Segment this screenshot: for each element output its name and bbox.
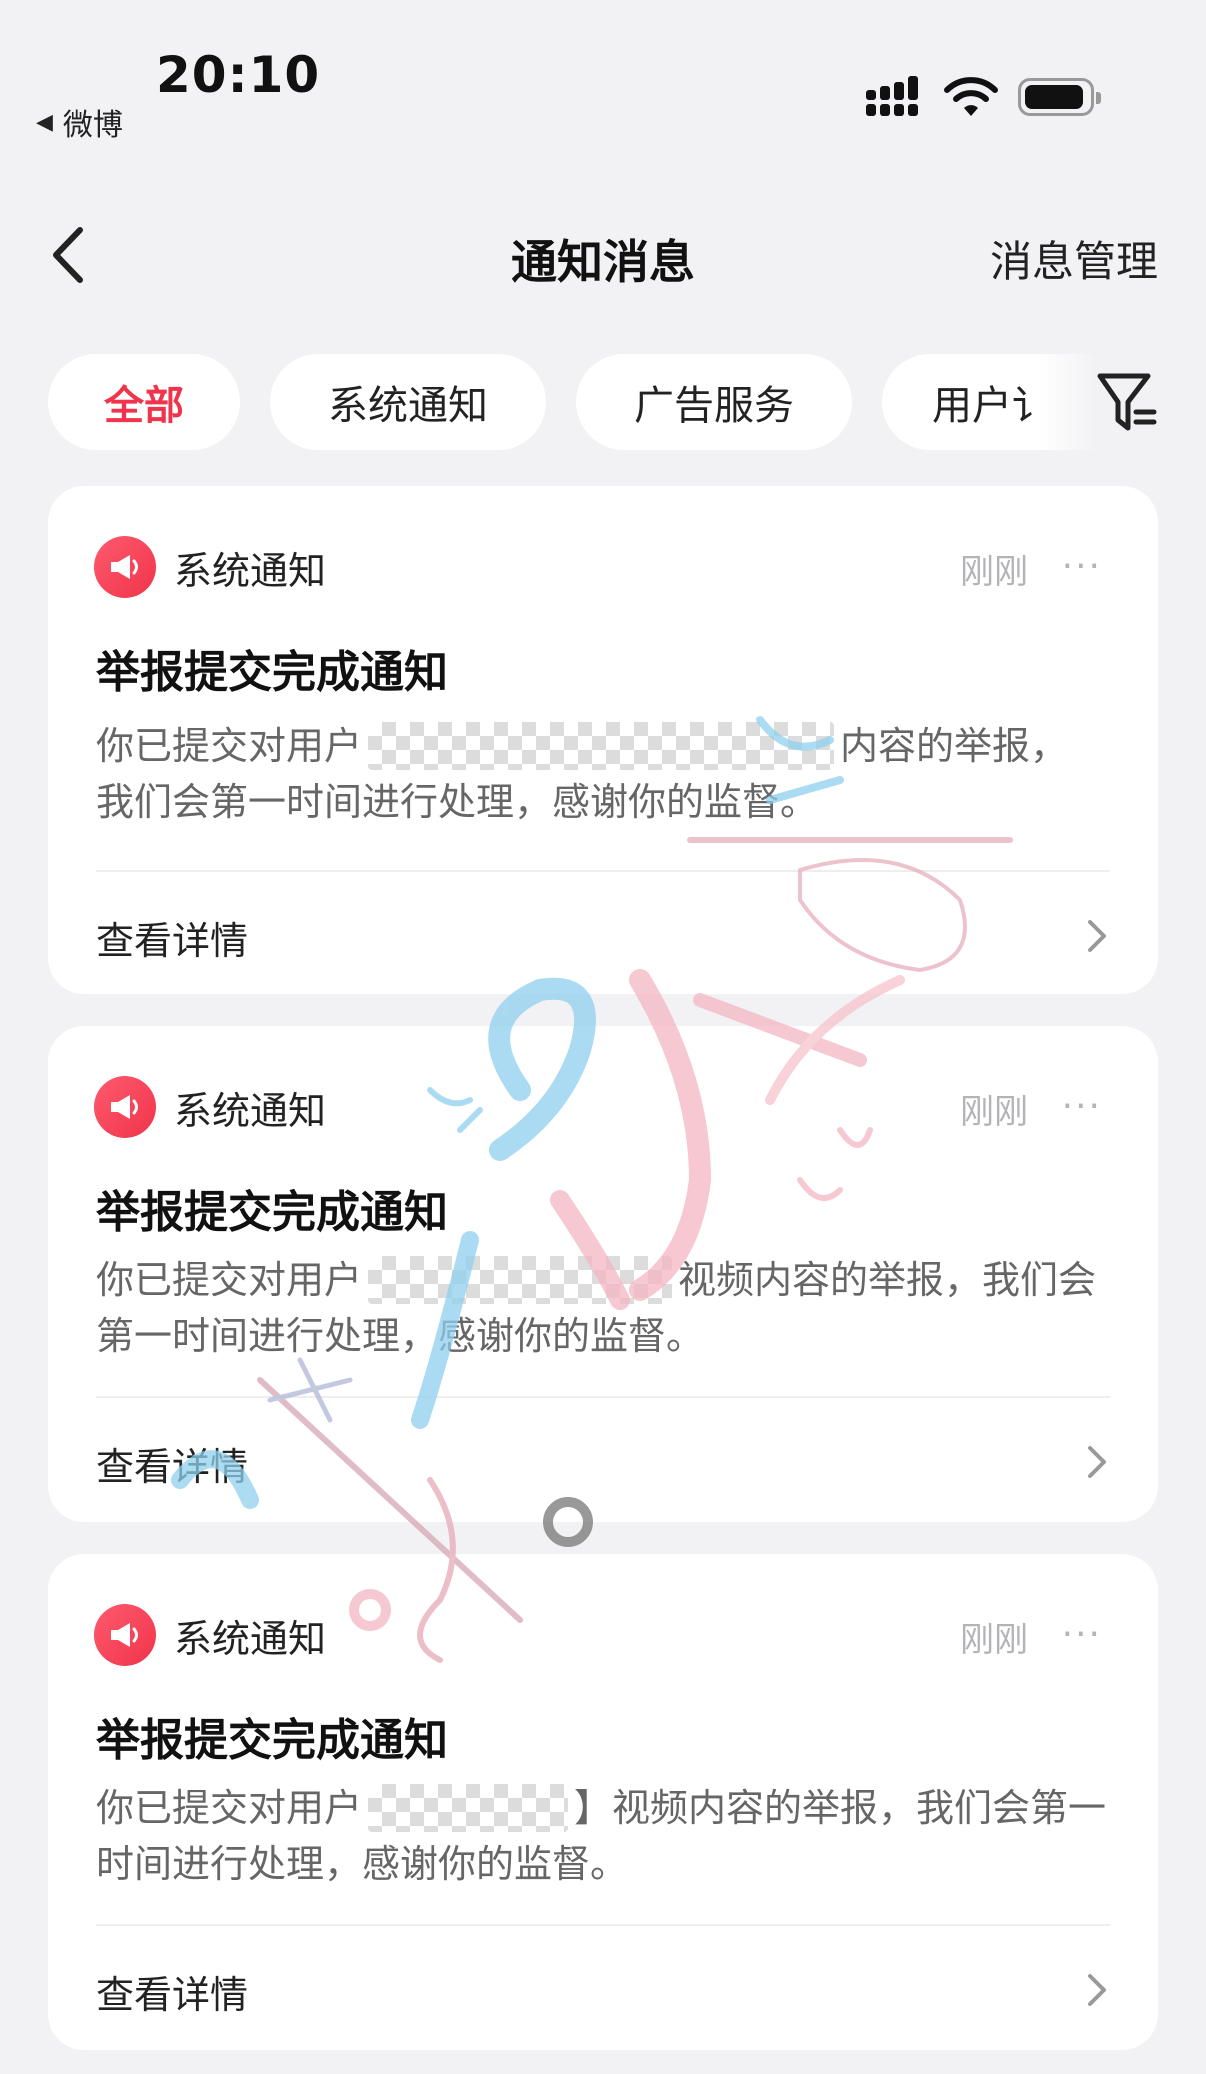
card-divider [96,870,1110,872]
megaphone-icon [94,1604,156,1666]
body-line2: 第一时间进行处理，感谢你的监督。 [96,1314,705,1358]
cellular-signal-icon [866,76,926,116]
redacted-username [368,722,835,770]
megaphone-icon [94,1076,156,1138]
back-to-app-link[interactable]: ◀ 微博 [36,100,123,144]
body-prefix: 你已提交对用户 [96,1258,363,1302]
tab-system-notice[interactable]: 系统通知 [270,354,546,450]
back-app-label: 微博 [62,108,123,143]
card-title: 举报提交完成通知 [96,1715,448,1766]
card-title: 举报提交完成通知 [96,1187,448,1238]
body-line2: 时间进行处理，感谢你的监督。 [96,1842,629,1886]
card-title: 举报提交完成通知 [96,647,448,698]
view-details-link[interactable]: 查看详情 [96,1964,248,2019]
body-mid: 】视频内容的举报，我们会第一 [573,1786,1106,1830]
body-prefix: 你已提交对用户 [96,724,363,768]
body-mid: 内容的举报， [840,724,1069,768]
card-time: 刚刚 [960,1092,1028,1132]
tabs-fade [1038,354,1098,450]
card-body: 你已提交对用户 】视频内容的举报，我们会第一 时间进行处理，感谢你的监督。 [96,1780,1106,1892]
filter-icon[interactable] [1096,370,1158,434]
more-options-icon[interactable]: ··· [1062,546,1102,587]
message-management-button[interactable]: 消息管理 [990,228,1158,289]
more-options-icon[interactable]: ··· [1062,1614,1102,1655]
megaphone-icon [94,536,156,598]
body-line2: 我们会第一时间进行处理，感谢你的监督。 [96,780,819,824]
card-divider [96,1924,1110,1926]
card-body: 你已提交对用户 内容的举报， 我们会第一时间进行处理，感谢你的监督。 [96,718,1106,830]
redacted-username [368,1256,673,1304]
notification-card[interactable]: 系统通知 刚刚 ··· 举报提交完成通知 你已提交对用户 视频内容的举报，我们会… [48,1026,1158,1522]
status-bar: 20:10 ◀ 微博 [0,0,1206,150]
card-time: 刚刚 [960,552,1028,592]
tab-ad-service[interactable]: 广告服务 [576,354,852,450]
card-time: 刚刚 [960,1620,1028,1660]
status-time: 20:10 [156,46,321,104]
more-options-icon[interactable]: ··· [1062,1086,1102,1127]
chevron-right-icon [1088,920,1106,952]
redacted-username [368,1784,568,1832]
view-details-link[interactable]: 查看详情 [96,910,248,965]
nav-bar: 通知消息 消息管理 [0,200,1206,310]
tab-all[interactable]: 全部 [48,354,240,450]
wifi-icon [944,77,998,116]
body-mid: 视频内容的举报，我们会 [678,1258,1097,1302]
notification-card[interactable]: 系统通知 刚刚 ··· 举报提交完成通知 你已提交对用户 内容的举报， 我们会第… [48,486,1158,994]
back-triangle-icon: ◀ [36,109,53,135]
card-header: 系统通知 [94,536,326,598]
card-header: 系统通知 [94,1604,326,1666]
body-prefix: 你已提交对用户 [96,1786,363,1830]
card-category: 系统通知 [174,1088,327,1133]
card-category: 系统通知 [174,1616,327,1661]
chevron-right-icon [1088,1446,1106,1478]
card-category: 系统通知 [174,548,327,593]
battery-icon [1018,78,1101,116]
card-body: 你已提交对用户 视频内容的举报，我们会 第一时间进行处理，感谢你的监督。 [96,1252,1106,1364]
card-divider [96,1396,1110,1398]
notification-card[interactable]: 系统通知 刚刚 ··· 举报提交完成通知 你已提交对用户 】视频内容的举报，我们… [48,1554,1158,2050]
card-header: 系统通知 [94,1076,326,1138]
view-details-link[interactable]: 查看详情 [96,1436,248,1491]
chevron-right-icon [1088,1974,1106,2006]
category-tabs: 全部 系统通知 广告服务 用户讠 [48,354,1098,450]
